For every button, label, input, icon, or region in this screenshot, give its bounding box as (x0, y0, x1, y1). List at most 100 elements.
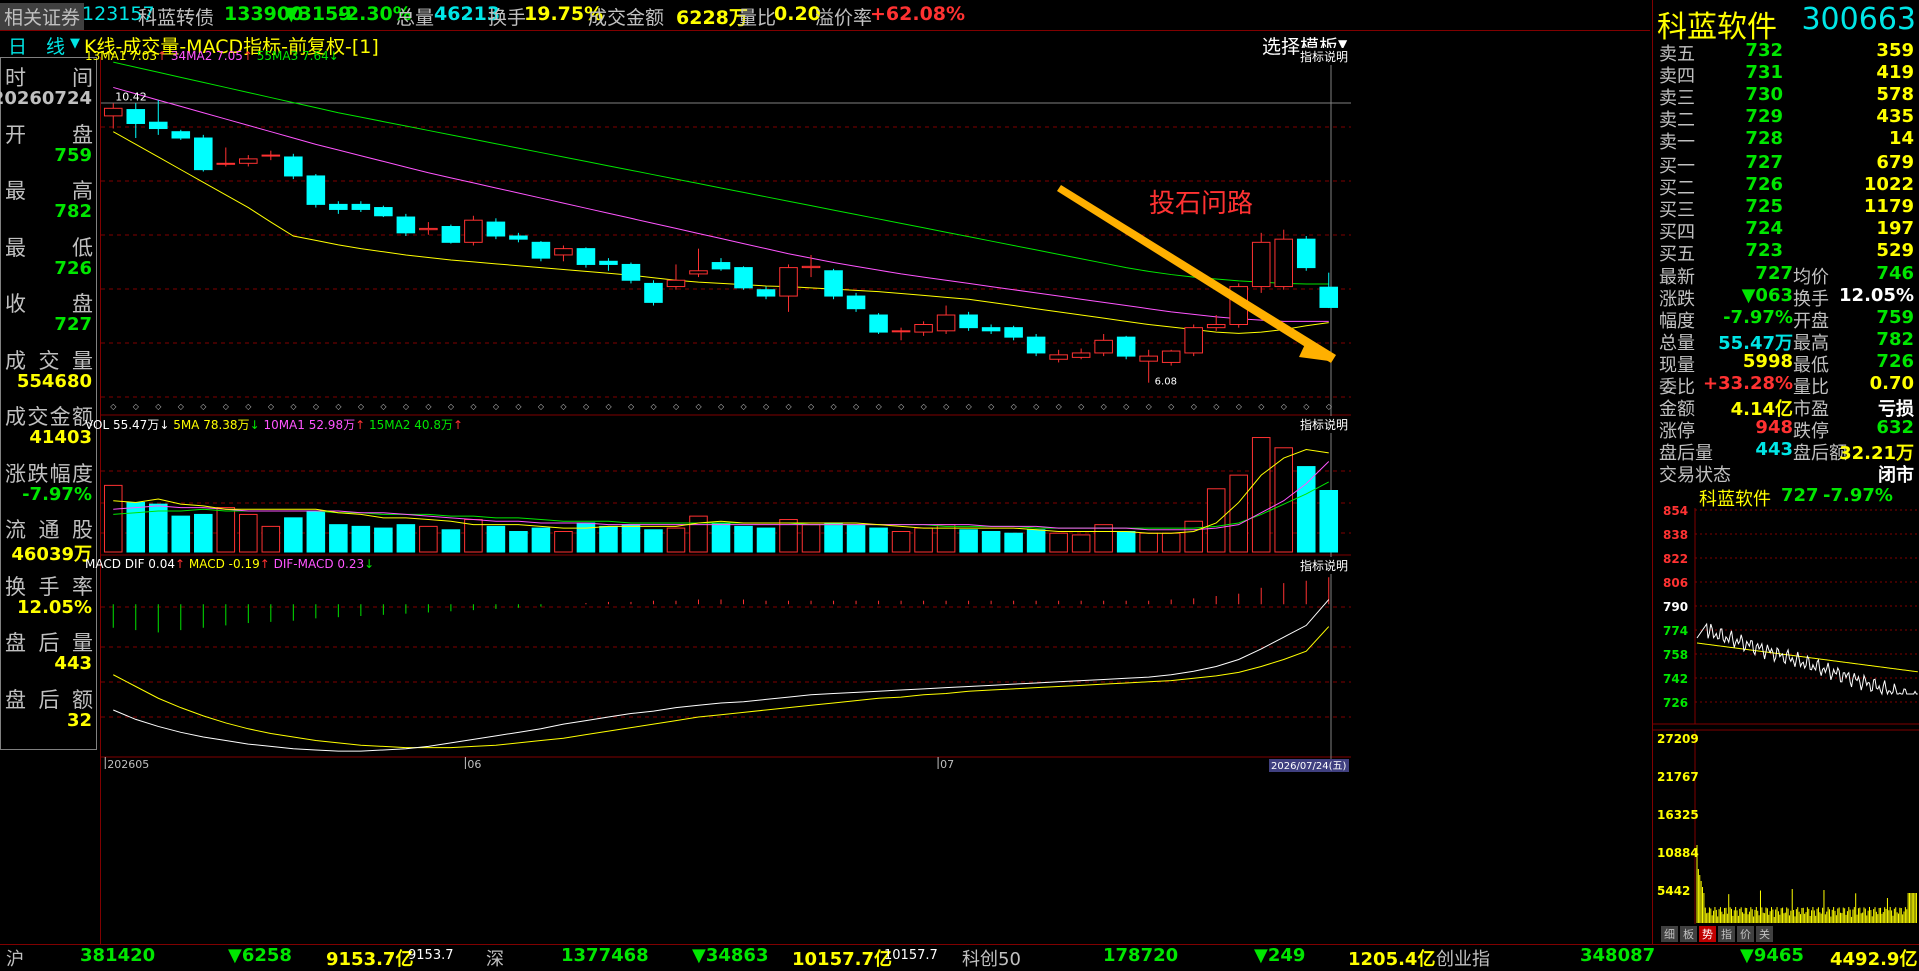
chart-area[interactable]: ◇ ◇ ◇ ◇ ◇ ◇ ◇ ◇ ◇ ◇ ◇ ◇ ◇ ◇ ◇ ◇ ◇ ◇ ◇ ◇ ◇ ◇ ◇ ◇ ◇ ◇ ◇ ◇ ◇ ◇ ◇ ◇ ◇ ◇ ◇ ◇ ◇ ◇ ◇ ◇… (85, 48, 1652, 944)
bid-row[interactable]: 买四 724 197 (1653, 218, 1919, 243)
kline-chart-svg[interactable]: ◇ ◇ ◇ ◇ ◇ ◇ ◇ ◇ ◇ ◇ ◇ ◇ ◇ ◇ ◇ ◇ ◇ ◇ ◇ ◇ ◇ ◇ ◇ ◇ ◇ ◇ ◇ ◇ ◇ ◇ ◇ ◇ ◇ ◇ ◇ ◇ ◇ ◇ ◇ ◇… (101, 57, 1652, 944)
level-price: 725 (1745, 196, 1783, 217)
mini-price-tick: 726 (1663, 696, 1688, 710)
mini-price-tick: 838 (1663, 528, 1688, 542)
index-ticker-bar: 沪 381420 ▼6258 9153.7亿 9153.7 深 1377468 … (0, 944, 1919, 970)
volume-bar (621, 524, 641, 553)
stat-value: 闭市 (1878, 465, 1914, 486)
sh-index-value: 381420 (80, 945, 156, 966)
bond-name[interactable]: 科蓝转债 (138, 3, 214, 30)
candle-body (959, 314, 978, 329)
candle-body (261, 154, 281, 157)
macd-explain-button[interactable]: 指标说明 (1300, 557, 1349, 574)
kline-explain-button[interactable]: 指标说明 (1300, 48, 1349, 65)
volume-bar (711, 522, 731, 553)
volume-bar (329, 524, 348, 553)
cy-index-label[interactable]: 创业指 (1436, 945, 1490, 971)
level-volume: 359 (1876, 40, 1914, 61)
quote-header-bar: 相关证券 123157 科蓝转债 133900 ▼3159 -2.30% 总量 … (0, 0, 1650, 31)
bid-row[interactable]: 买一 727 679 (1653, 152, 1919, 177)
marker-diamond: ◇ (133, 402, 140, 411)
marker-diamond: ◇ (763, 402, 770, 411)
volume-bar (1229, 474, 1248, 553)
view-tab[interactable]: 细 (1661, 926, 1678, 942)
candle-body (1026, 336, 1046, 354)
view-tab[interactable]: 价 (1737, 926, 1754, 942)
sz-index-label[interactable]: 深 (486, 945, 504, 971)
volume-bar (419, 525, 438, 553)
candle-body (734, 267, 753, 289)
marker-diamond: ◇ (313, 402, 320, 411)
kc-index-change: ▼249 (1254, 945, 1306, 966)
level-volume: 1179 (1863, 196, 1914, 217)
mini-volume-tick: 10884 (1657, 846, 1699, 860)
volume-bar (1161, 532, 1181, 553)
premium-value: +62.08% (870, 3, 966, 25)
volume-bar (1296, 466, 1316, 553)
view-tab[interactable]: 板 (1680, 926, 1697, 942)
chevron-down-icon[interactable]: ▼ (70, 36, 80, 51)
mini-volume-tick: 5442 (1657, 884, 1690, 898)
marker-diamond: ◇ (155, 402, 162, 411)
candle-body (464, 219, 483, 243)
ask-row[interactable]: 卖一 728 14 (1653, 128, 1919, 153)
sh-index-amount-box: 9153.7 (408, 948, 454, 963)
level-price: 730 (1745, 84, 1783, 105)
candle-body (148, 121, 168, 130)
broker-label[interactable]: 相关证券 (0, 3, 85, 30)
view-tab[interactable]: 指 (1718, 926, 1735, 942)
ask-row[interactable]: 卖二 729 435 (1653, 106, 1919, 131)
stat-value: 746 (1876, 263, 1914, 284)
volume-bar (554, 531, 573, 553)
bid-row[interactable]: 买三 725 1179 (1653, 196, 1919, 221)
info-value: 554680 (16, 370, 92, 392)
cy-index-change: ▼9465 (1740, 945, 1804, 966)
view-tab[interactable]: 关 (1756, 926, 1773, 942)
bid-row[interactable]: 买二 726 1022 (1653, 174, 1919, 199)
bid-row[interactable]: 买五 723 529 (1653, 240, 1919, 265)
mini-price-line (1696, 622, 1918, 696)
candle-body (1094, 339, 1113, 354)
view-tabs: 细板势指价关 (1661, 926, 1775, 942)
stat-value: 726 (1876, 351, 1914, 372)
candle-body (396, 216, 416, 234)
vol-ma15-label: 15MA2 40.8万 (368, 418, 453, 432)
volume-bar (239, 513, 258, 553)
volume-bar (801, 524, 821, 553)
candle-body (1049, 354, 1068, 360)
stat-row: 交易状态 闭市 (1653, 461, 1919, 486)
marker-diamond: ◇ (605, 402, 612, 411)
vol-explain-button[interactable]: 指标说明 (1300, 416, 1349, 433)
candle-body (1116, 336, 1136, 357)
candle-body (756, 289, 776, 297)
macd-legend: MACD DIF 0.04↑ MACD -0.19↑ DIF-MACD 0.23… (85, 557, 375, 571)
volume-bar (644, 529, 663, 553)
view-tab[interactable]: 势 (1699, 926, 1716, 942)
volume-bar (261, 525, 281, 553)
marker-diamond: ◇ (493, 402, 500, 411)
candle-body (599, 260, 618, 265)
ask-row[interactable]: 卖三 730 578 (1653, 84, 1919, 109)
marker-diamond: ◇ (1326, 402, 1333, 411)
ask-row[interactable]: 卖四 731 419 (1653, 62, 1919, 87)
intraday-chart-svg[interactable]: 854 838 822 806 790 774 758 742 726 27209 21767 163… (1653, 498, 1919, 928)
kc-index-label[interactable]: 科创50 (962, 945, 1021, 971)
current-date-label: 2026/07/24(五) (1271, 761, 1347, 772)
info-value: 41403 (29, 427, 92, 448)
sh-index-label[interactable]: 沪 (6, 945, 24, 971)
volume-bar (599, 525, 618, 553)
marker-diamond: ◇ (1303, 402, 1310, 411)
ask-row[interactable]: 卖五 732 359 (1653, 40, 1919, 65)
ma3-label: 55MA3 7.64 (256, 49, 329, 63)
volume-bar (103, 484, 123, 553)
volume-bar (1026, 529, 1046, 553)
candle-body (103, 107, 123, 117)
marker-diamond: ◇ (1101, 402, 1108, 411)
candle-body (194, 137, 213, 171)
period-selector[interactable]: 日 线 (8, 32, 65, 59)
volume-bar (1319, 490, 1339, 553)
volume-bar (441, 529, 461, 553)
marker-diamond: ◇ (988, 402, 995, 411)
candle-body (666, 279, 686, 288)
stat-row: 最新 727 均价 746 (1653, 263, 1919, 288)
